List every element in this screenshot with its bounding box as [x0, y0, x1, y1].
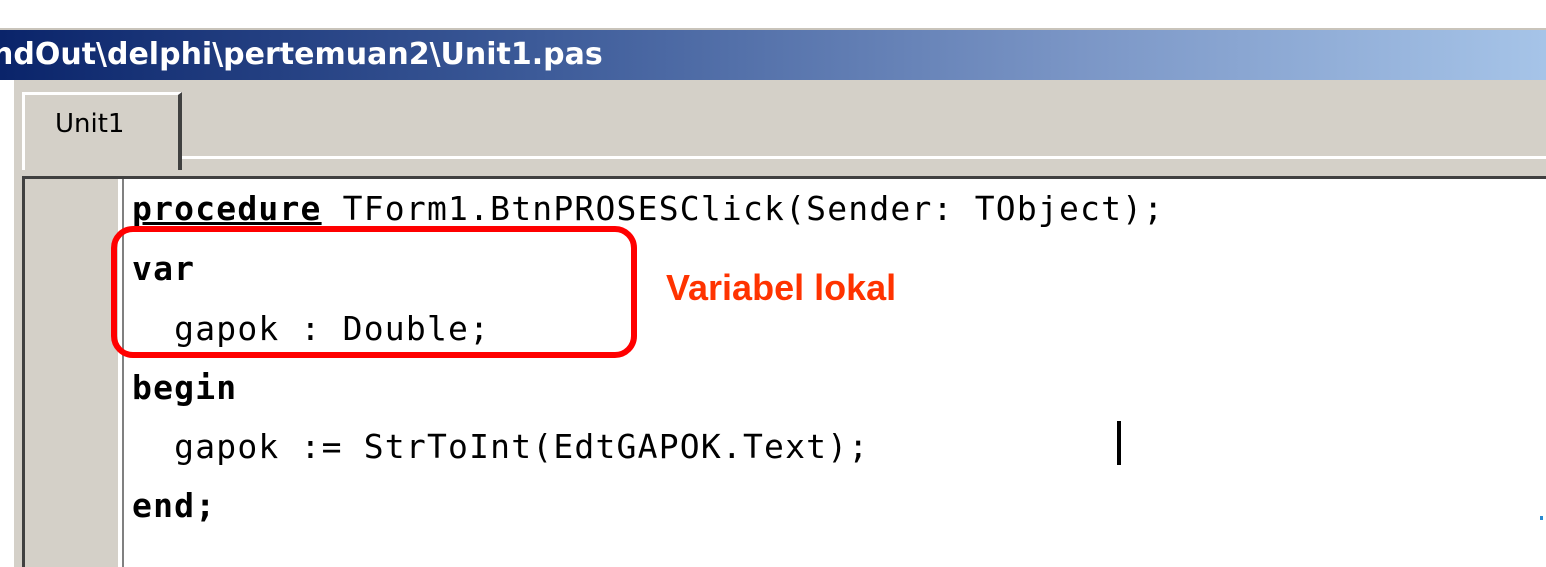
window-titlebar[interactable]: ndOut\delphi\pertemuan2\Unit1.pas: [0, 30, 1546, 80]
code-line-1: procedure TForm1.BtnPROSESClick(Sender: …: [132, 189, 1164, 228]
keyword-begin: begin: [132, 368, 238, 407]
editor-gutter: [22, 176, 118, 567]
scrollbar-edge-mark: [1540, 516, 1543, 520]
tab-unit1[interactable]: Unit1: [22, 92, 182, 170]
tab-label: Unit1: [55, 109, 125, 139]
editor-tabstrip: Unit1: [0, 80, 1546, 170]
tabstrip-left-edge: [0, 80, 14, 170]
tab-baseline: [182, 156, 1546, 159]
code-line-6: end;: [132, 486, 216, 525]
code-text: TForm1.BtnPROSESClick(Sender: TObject);: [321, 189, 1165, 228]
code-text: gapok := StrToInt(EdtGAPOK.Text);: [132, 427, 870, 466]
window-frame-top: [0, 0, 1546, 30]
code-line-4: begin: [132, 368, 237, 407]
annotation-label: Variabel lokal: [666, 267, 897, 308]
keyword-procedure: procedure: [132, 189, 322, 228]
keyword-end: end;: [132, 486, 217, 525]
code-line-5: gapok := StrToInt(EdtGAPOK.Text);: [132, 427, 869, 466]
annotation-highlight-box: [111, 226, 637, 358]
text-caret: [1117, 421, 1121, 465]
window-title: ndOut\delphi\pertemuan2\Unit1.pas: [0, 37, 603, 72]
